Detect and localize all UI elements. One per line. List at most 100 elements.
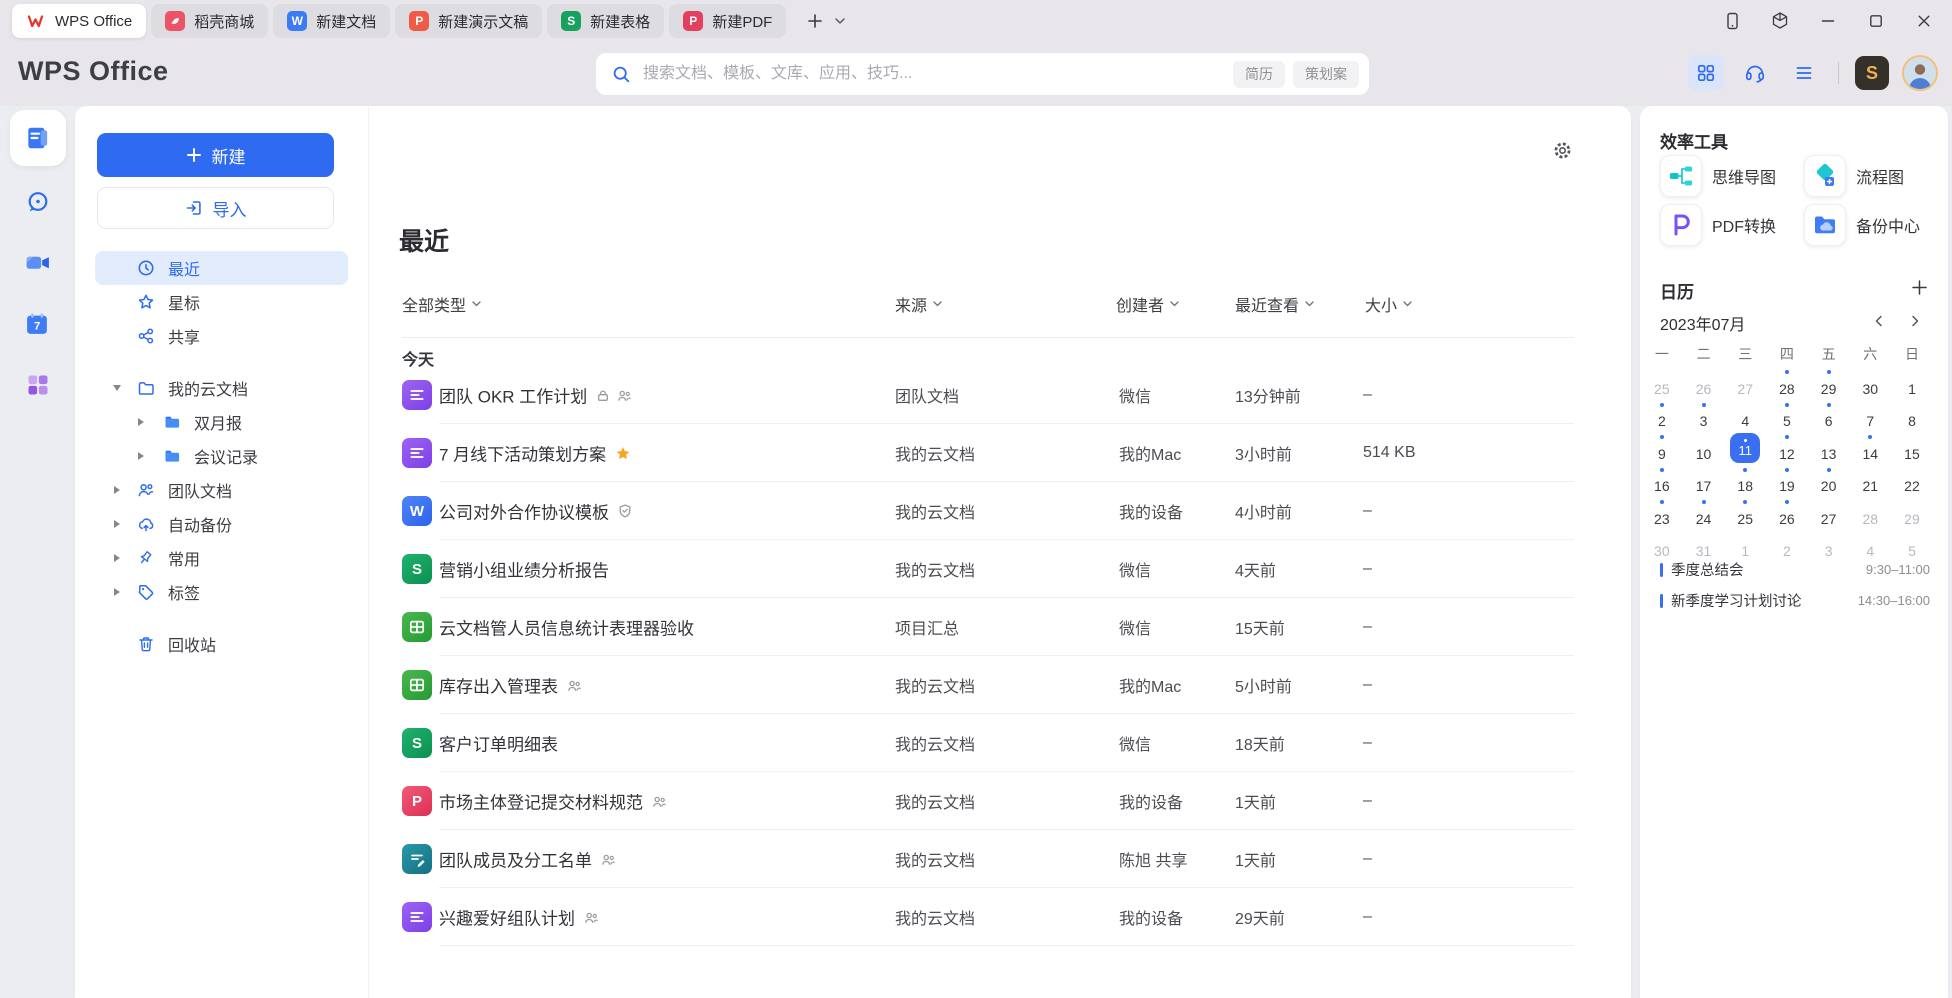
sidebar-subfolder[interactable]: 双月报 xyxy=(95,405,348,439)
filter-1[interactable]: 来源 xyxy=(895,291,942,317)
calendar-day[interactable]: 19 xyxy=(1766,465,1808,498)
rail-item-apps[interactable] xyxy=(16,363,60,407)
tab-spreadsheet[interactable]: S新建表格 xyxy=(547,4,664,38)
calendar-day[interactable]: 18 xyxy=(1724,465,1766,498)
tab-presentation[interactable]: P新建演示文稿 xyxy=(395,4,542,38)
sidebar-item-folder-outline[interactable]: 我的云文档 xyxy=(95,371,348,405)
file-row[interactable]: 云文档管人员信息统计表理器验收项目汇总微信15天前– xyxy=(402,598,1574,656)
calendar-day[interactable]: 24 xyxy=(1683,497,1725,530)
calendar-day[interactable]: 9 xyxy=(1641,432,1683,465)
rail-item-calendar[interactable]: 7 xyxy=(16,302,60,346)
calendar-day[interactable]: 27 xyxy=(1724,367,1766,400)
tree-caret[interactable] xyxy=(111,486,123,494)
search-tag-resume[interactable]: 简历 xyxy=(1233,61,1285,88)
tool-item-flowchart[interactable]: 流程图 xyxy=(1804,155,1904,197)
calendar-day[interactable]: 29 xyxy=(1891,497,1933,530)
sidebar-item-tag[interactable]: 标签 xyxy=(95,575,348,609)
sidebar-item-trash[interactable]: 回收站 xyxy=(95,627,348,661)
calendar-event[interactable]: 新季度学习计划讨论14:30–16:00 xyxy=(1660,585,1930,616)
calendar-day[interactable]: 23 xyxy=(1641,497,1683,530)
calendar-day[interactable]: 16 xyxy=(1641,465,1683,498)
sidebar-item-share[interactable]: 共享 xyxy=(95,319,348,353)
minimize-button[interactable] xyxy=(1816,9,1840,33)
main-menu-button[interactable] xyxy=(1786,55,1822,91)
close-button[interactable] xyxy=(1912,9,1936,33)
file-row[interactable]: 7 月线下活动策划方案我的云文档我的Mac3小时前514 KB xyxy=(402,424,1574,482)
maximize-button[interactable] xyxy=(1864,9,1888,33)
calendar-day[interactable]: 7 xyxy=(1849,400,1891,433)
calendar-day[interactable]: 4 xyxy=(1724,400,1766,433)
tree-caret[interactable] xyxy=(111,520,123,528)
sidebar-item-star[interactable]: 星标 xyxy=(95,285,348,319)
filter-0[interactable]: 全部类型 xyxy=(402,291,481,317)
apps-grid-button[interactable] xyxy=(1688,55,1724,91)
sidebar-item-team[interactable]: 团队文档 xyxy=(95,473,348,507)
filter-4[interactable]: 大小 xyxy=(1365,291,1412,317)
calendar-day[interactable]: 6 xyxy=(1808,400,1850,433)
calendar-day[interactable]: 22 xyxy=(1891,465,1933,498)
calendar-prev-button[interactable] xyxy=(1868,310,1890,332)
sidebar-item-clock[interactable]: 最近 xyxy=(95,251,348,285)
mobile-link-icon[interactable] xyxy=(1720,9,1744,33)
file-row[interactable]: W公司对外合作协议模板我的云文档我的设备4小时前– xyxy=(402,482,1574,540)
calendar-day[interactable]: 12 xyxy=(1766,432,1808,465)
filter-3[interactable]: 最近查看 xyxy=(1235,291,1314,317)
file-row[interactable]: S营销小组业绩分析报告我的云文档微信4天前– xyxy=(402,540,1574,598)
calendar-day[interactable]: 29 xyxy=(1808,367,1850,400)
file-row[interactable]: S客户订单明细表我的云文档微信18天前– xyxy=(402,714,1574,772)
calendar-day[interactable]: 25 xyxy=(1641,367,1683,400)
calendar-day[interactable]: 28 xyxy=(1766,367,1808,400)
calendar-day[interactable]: 26 xyxy=(1683,367,1725,400)
sidebar-item-cloud-backup[interactable]: 自动备份 xyxy=(95,507,348,541)
calendar-day[interactable]: 21 xyxy=(1849,465,1891,498)
search-tag-plan[interactable]: 策划案 xyxy=(1293,61,1359,88)
user-avatar[interactable] xyxy=(1902,55,1938,91)
calendar-day[interactable]: 26 xyxy=(1766,497,1808,530)
calendar-day[interactable]: 10 xyxy=(1683,432,1725,465)
file-row[interactable]: 团队成员及分工名单我的云文档陈旭 共享1天前– xyxy=(402,830,1574,888)
new-tab-button[interactable] xyxy=(801,7,829,35)
tree-caret[interactable] xyxy=(135,452,147,460)
tree-caret[interactable] xyxy=(111,554,123,562)
file-row[interactable]: 库存出入管理表我的云文档我的Mac5小时前– xyxy=(402,656,1574,714)
calendar-day[interactable]: 28 xyxy=(1849,497,1891,530)
calendar-day[interactable]: 14 xyxy=(1849,432,1891,465)
calendar-day[interactable]: 15 xyxy=(1891,432,1933,465)
calendar-day[interactable]: 2 xyxy=(1641,400,1683,433)
rail-item-documents[interactable] xyxy=(10,110,66,166)
tab-docer[interactable]: 稻壳商城 xyxy=(151,4,268,38)
tab-writer[interactable]: W新建文档 xyxy=(273,4,390,38)
sidebar-subfolder[interactable]: 会议记录 xyxy=(95,439,348,473)
calendar-day-selected[interactable]: 11 xyxy=(1724,432,1766,465)
calendar-day[interactable]: 5 xyxy=(1766,400,1808,433)
calendar-day[interactable]: 8 xyxy=(1891,400,1933,433)
workspace-box-icon[interactable] xyxy=(1768,9,1792,33)
tree-caret[interactable] xyxy=(135,418,147,426)
calendar-day[interactable]: 20 xyxy=(1808,465,1850,498)
calendar-day[interactable]: 1 xyxy=(1891,367,1933,400)
file-row[interactable]: 兴趣爱好组队计划我的云文档我的设备29天前– xyxy=(402,888,1574,946)
add-event-button[interactable] xyxy=(1908,276,1930,298)
rail-item-meeting[interactable] xyxy=(16,241,60,285)
calendar-day[interactable]: 25 xyxy=(1724,497,1766,530)
tool-item-pdf-convert[interactable]: PDF转换 xyxy=(1660,204,1776,246)
calendar-day[interactable]: 3 xyxy=(1683,400,1725,433)
new-document-button[interactable]: 新建 xyxy=(97,133,334,177)
tool-item-backup[interactable]: 备份中心 xyxy=(1804,204,1920,246)
tree-caret[interactable] xyxy=(111,588,123,596)
svip-badge[interactable]: S xyxy=(1855,56,1889,90)
rail-item-chat[interactable] xyxy=(16,180,60,224)
tab-list-dropdown[interactable] xyxy=(829,7,851,35)
search-input[interactable] xyxy=(641,64,1225,84)
support-headset-button[interactable] xyxy=(1737,55,1773,91)
filter-2[interactable]: 创建者 xyxy=(1116,291,1179,317)
calendar-event[interactable]: 季度总结会9:30–11:00 xyxy=(1660,554,1930,585)
tree-caret[interactable] xyxy=(111,385,123,391)
tool-item-mindmap[interactable]: 思维导图 xyxy=(1660,155,1776,197)
file-row[interactable]: 团队 OKR 工作计划团队文档微信13分钟前– xyxy=(402,366,1574,424)
search-bar[interactable]: 简历 策划案 xyxy=(596,53,1369,95)
import-button[interactable]: 导入 xyxy=(97,187,334,229)
sidebar-item-pin[interactable]: 常用 xyxy=(95,541,348,575)
calendar-next-button[interactable] xyxy=(1904,310,1926,332)
calendar-day[interactable]: 27 xyxy=(1808,497,1850,530)
